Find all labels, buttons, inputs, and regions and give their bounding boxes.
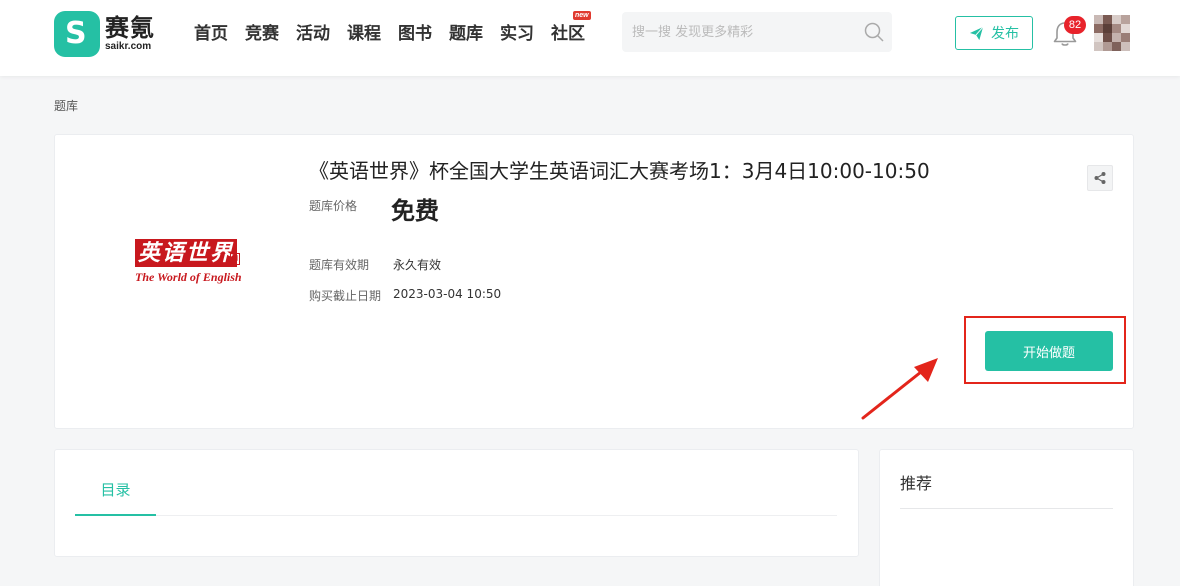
publish-label: 发布	[991, 26, 1019, 42]
price-label: 题库价格	[309, 199, 358, 213]
share-icon	[1094, 172, 1106, 184]
tab-active-indicator	[75, 514, 156, 516]
price-value: 免费	[391, 197, 439, 225]
nav-internships[interactable]: 实习	[500, 22, 534, 46]
deadline-label: 购买截止日期	[309, 289, 382, 303]
logo-text-en: saikr.com	[105, 41, 152, 52]
nav-activities[interactable]: 活动	[296, 22, 330, 46]
tab-toc[interactable]: 目录	[75, 479, 156, 515]
top-header: S 赛氪 saikr.com 首页 竞赛 活动 课程 图书 题库 实习 社区 n…	[0, 0, 1180, 76]
search-icon[interactable]	[864, 22, 884, 42]
recommend-title: 推荐	[900, 474, 933, 493]
logo-text-cn: 赛氪	[105, 14, 155, 42]
nav-question-bank[interactable]: 题库	[449, 22, 483, 46]
new-badge: new	[573, 11, 591, 20]
nav-courses[interactable]: 课程	[347, 22, 381, 46]
toc-divider	[75, 515, 837, 516]
recommend-card: 推荐	[879, 449, 1134, 586]
cover-seal: 印	[230, 253, 240, 265]
annotation-arrow	[861, 358, 938, 420]
deadline-value: 2023-03-04 10:50	[393, 287, 502, 301]
toc-card: 目录	[54, 449, 859, 557]
nav-community[interactable]: 社区 new	[551, 11, 591, 46]
nav-competitions[interactable]: 竞赛	[245, 22, 279, 46]
cover-logo: 英语世界 印 The World of English	[135, 239, 245, 291]
breadcrumb[interactable]: 题库	[54, 97, 78, 114]
paper-plane-icon	[969, 26, 984, 40]
page-title: 《英语世界》杯全国大学生英语词汇大赛考场1：3月4日10:00-10:50	[309, 159, 930, 183]
nav-books[interactable]: 图书	[398, 22, 432, 46]
cover-logo-en: The World of English	[135, 270, 242, 284]
nav-home[interactable]: 首页	[194, 22, 228, 46]
validity-label: 题库有效期	[309, 258, 370, 272]
question-bank-card: 英语世界 印 The World of English 《英语世界》杯全国大学生…	[54, 134, 1134, 429]
search-box	[622, 12, 892, 52]
validity-value: 永久有效	[393, 258, 442, 272]
logo-mark-icon: S	[54, 11, 100, 57]
site-logo[interactable]: S 赛氪 saikr.com	[54, 11, 174, 57]
logo-text: 赛氪 saikr.com	[105, 15, 155, 53]
search-input[interactable]	[632, 22, 852, 42]
publish-button[interactable]: 发布	[955, 16, 1033, 50]
cover-logo-cn: 英语世界	[135, 239, 238, 267]
main-nav: 首页 竞赛 活动 课程 图书 题库 实习 社区 new	[194, 11, 602, 46]
recommend-divider	[900, 508, 1113, 509]
start-practice-button[interactable]: 开始做题	[985, 331, 1113, 371]
share-button[interactable]	[1087, 165, 1113, 191]
avatar[interactable]	[1094, 15, 1130, 51]
nav-community-label: 社区	[551, 24, 585, 44]
notification-badge: 82	[1064, 16, 1086, 34]
